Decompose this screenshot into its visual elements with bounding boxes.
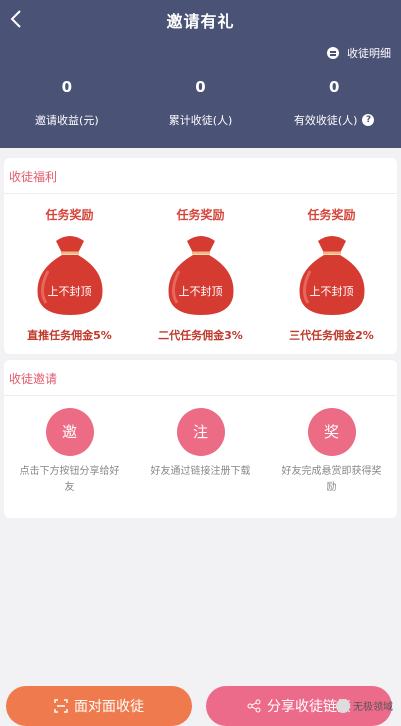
stat-label: 累计收徒(人) (168, 114, 233, 127)
share-icon (247, 699, 261, 713)
money-bag-icon: 上不封顶 (28, 231, 112, 317)
stat-value: 0 (195, 78, 206, 96)
records-link-label: 收徒明细 (347, 47, 391, 60)
stat-label: 有效收徒(人) (293, 114, 358, 127)
invite-step-text: 好友通过链接注册下载 (150, 466, 251, 477)
stat-label: 邀请收益(元) (35, 114, 99, 127)
bag-text: 上不封顶 (178, 285, 223, 298)
reward-title: 任务奖励 (307, 208, 356, 222)
money-bag-icon: 上不封顶 (290, 231, 374, 317)
bag-text: 上不封顶 (47, 285, 92, 298)
money-bag-icon: 上不封顶 (159, 231, 243, 317)
invite-step-icon: 注 (176, 408, 225, 456)
stat-value: 0 (328, 78, 340, 96)
welfare-title: 收徒福利 (4, 158, 397, 194)
list-icon (327, 47, 339, 59)
invite-step-reward: 奖 好友完成悬赏即获得奖励 (266, 408, 397, 496)
face-to-face-button[interactable]: 面对面收徒 (6, 686, 192, 726)
stat-total-apprentices: 0 累计收徒(人) (134, 78, 268, 128)
reward-title: 任务奖励 (176, 208, 225, 222)
welfare-item-second: 任务奖励 上不封顶 二代任务佣金3% (135, 206, 266, 343)
commission-label: 直推任务佣金5% (27, 329, 112, 342)
stats-row: 0 邀请收益(元) 0 累计收徒(人) 0 有效收徒(人)? (0, 78, 401, 128)
commission-label: 二代任务佣金3% (158, 329, 243, 342)
records-link[interactable]: 收徒明细 (327, 45, 391, 61)
qr-scan-icon (54, 699, 68, 713)
page-title: 邀请有礼 (166, 12, 235, 31)
invite-step-share: 邀 点击下方按钮分享给好友 (4, 408, 135, 496)
watermark-text: 无极领域 (353, 702, 393, 713)
invite-card: 收徒邀请 邀 点击下方按钮分享给好友 注 好友通过链接注册下载 奖 好友完成悬赏… (4, 360, 397, 518)
welfare-item-direct: 任务奖励 上不封顶 直推任务佣金5% (4, 206, 135, 343)
invite-title: 收徒邀请 (4, 360, 397, 396)
stat-valid-apprentices: 0 有效收徒(人)? (267, 78, 401, 128)
face-to-face-label: 面对面收徒 (74, 699, 144, 715)
reward-title: 任务奖励 (45, 208, 94, 222)
stat-invite-earnings: 0 邀请收益(元) (0, 78, 134, 128)
welfare-item-third: 任务奖励 上不封顶 三代任务佣金2% (266, 206, 397, 343)
commission-label: 三代任务佣金2% (289, 329, 374, 342)
header-banner: 邀请有礼 收徒明细 0 邀请收益(元) 0 累计收徒(人) 0 有效收徒(人)? (0, 0, 401, 148)
watermark-logo-icon (336, 698, 350, 713)
invite-step-icon: 邀 (45, 408, 94, 456)
invite-step-text: 好友完成悬赏即获得奖励 (281, 466, 382, 493)
invite-step-icon: 奖 (307, 408, 356, 456)
welfare-card: 收徒福利 任务奖励 上不封顶 直推任务佣金5% 任务奖励 上不封顶 二代任务佣金… (4, 158, 397, 354)
invite-step-register: 注 好友通过链接注册下载 (135, 408, 266, 496)
bottom-action-bar: 面对面收徒 分享收徒链接 无极领域 (0, 680, 401, 726)
help-icon[interactable]: ? (362, 114, 375, 126)
invite-step-text: 点击下方按钮分享给好友 (19, 466, 120, 493)
bag-text: 上不封顶 (309, 285, 354, 298)
watermark: 无极领域 (336, 698, 393, 713)
stat-value: 0 (61, 78, 73, 96)
